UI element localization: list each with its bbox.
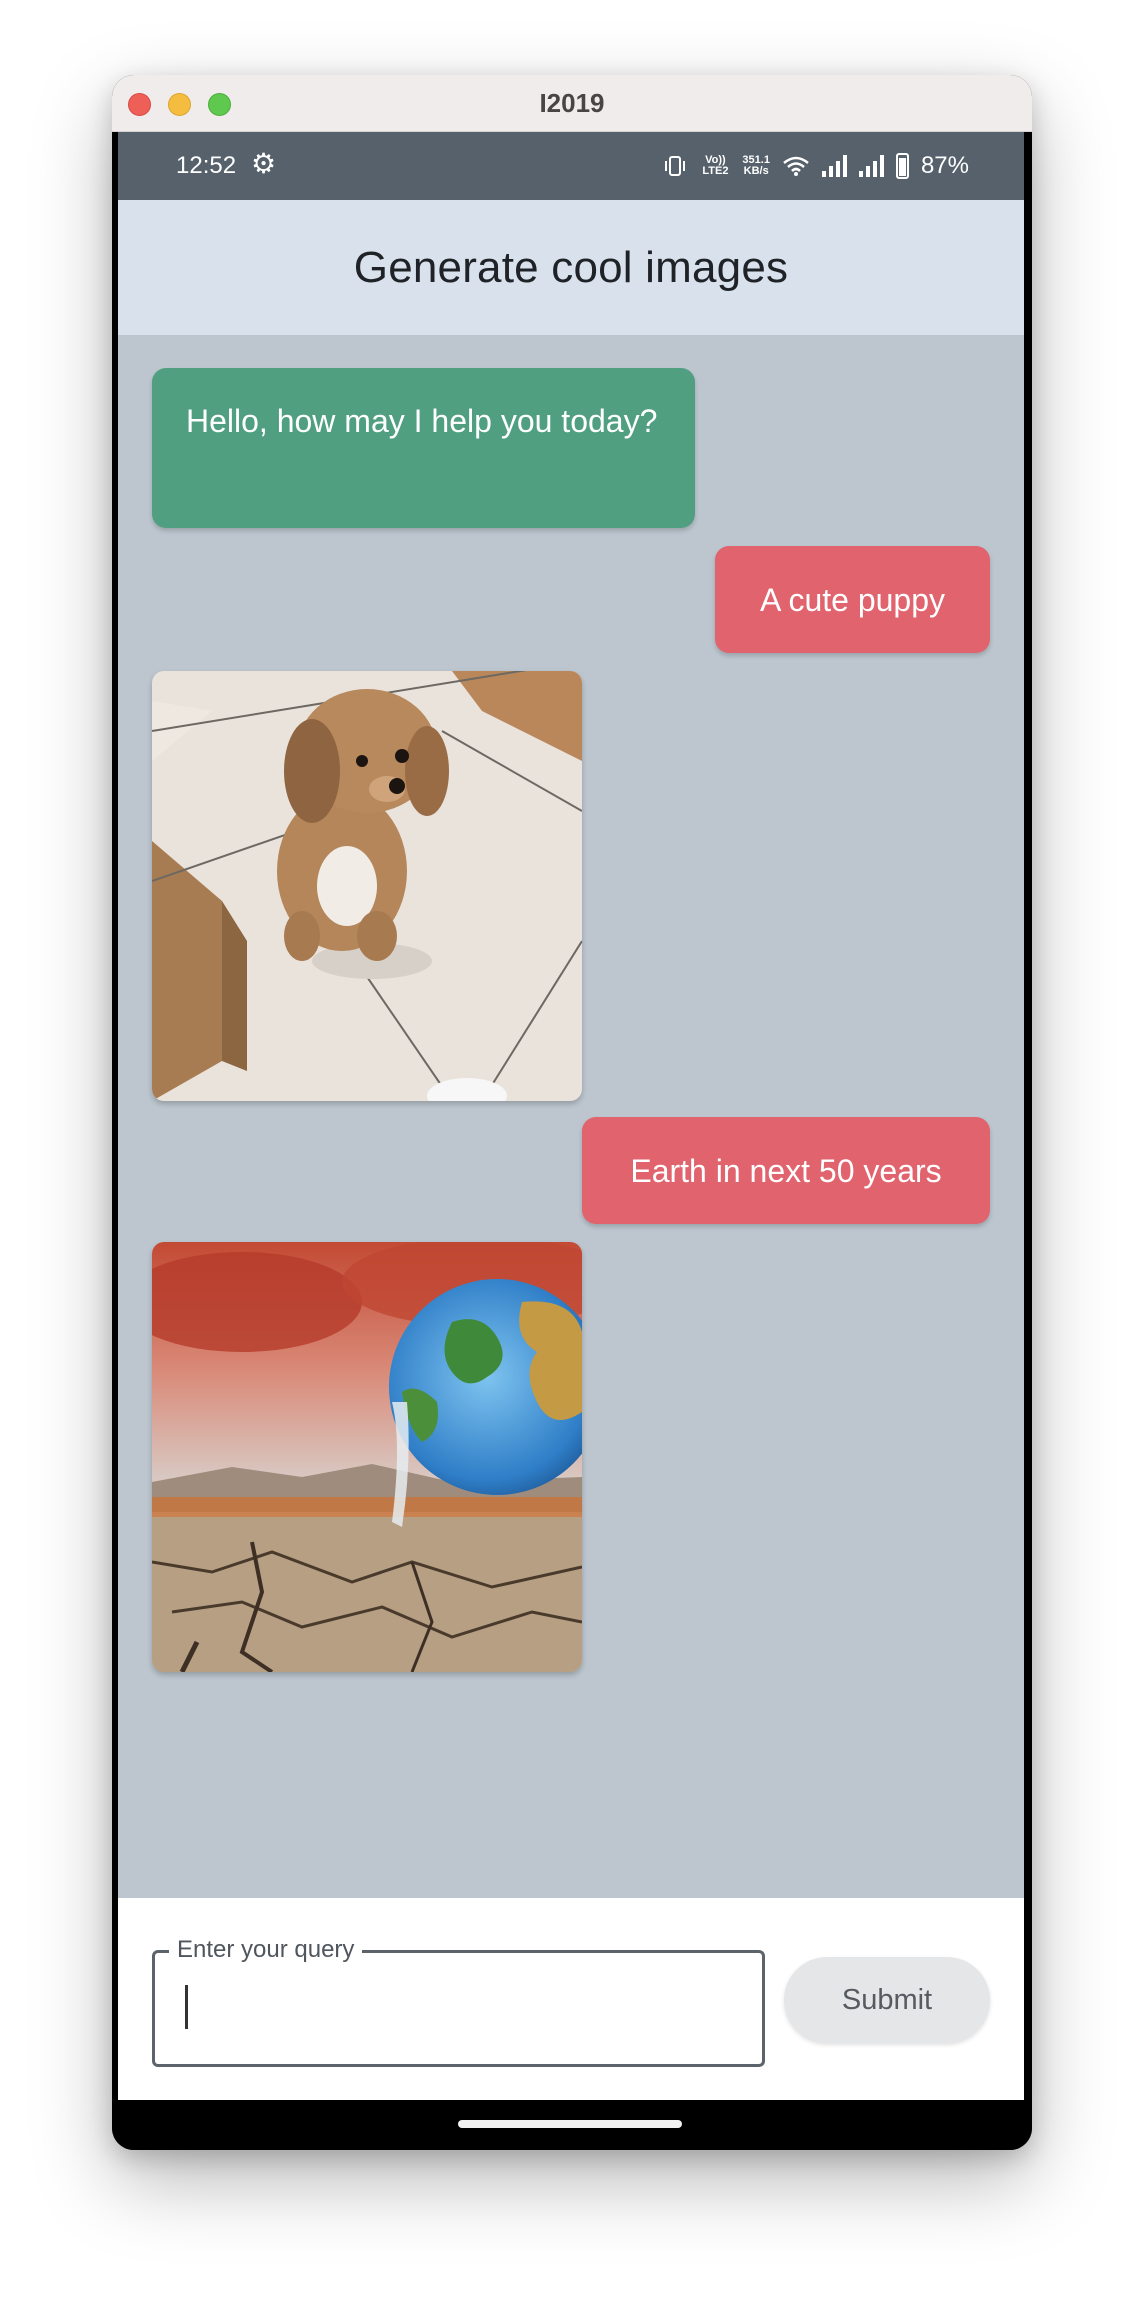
page-title: Generate cool images: [353, 242, 789, 292]
status-icons: Vo)) LTE2 351.1 KB/s 87%: [662, 146, 969, 186]
query-field-label: Enter your query: [169, 1936, 363, 1964]
window-titlebar: I2019: [112, 75, 1032, 132]
window-title: I2019: [539, 88, 605, 118]
earth-illustration: [152, 1242, 582, 1672]
battery-percent: 87%: [920, 152, 969, 179]
phone-screen: 12:52 ⚙ Vo)) LTE2 351.1 KB/s 87% Generat…: [118, 132, 1024, 2100]
chat-area[interactable]: Hello, how may I help you today? A cute …: [118, 335, 1024, 1898]
signal-icon-sim2: [858, 155, 884, 177]
battery-icon: [895, 153, 909, 179]
status-time: 12:52: [176, 152, 237, 179]
navigation-bar: [112, 2100, 1032, 2150]
volte-indicator: Vo)) LTE2: [702, 154, 729, 177]
user-message: A cute puppy: [715, 546, 990, 653]
vibrate-icon: [665, 156, 686, 176]
user-message: Earth in next 50 years: [582, 1117, 990, 1224]
puppy-illustration: [152, 671, 582, 1101]
earth-image[interactable]: [152, 1242, 582, 1672]
network-speed-unit: KB/s: [743, 165, 769, 177]
puppy-image[interactable]: [152, 671, 582, 1101]
wifi-icon: [783, 156, 809, 176]
status-bar: 12:52 ⚙ Vo)) LTE2 351.1 KB/s 87%: [118, 132, 1024, 200]
app-window: I2019 12:52 ⚙ Vo)) LTE2 351.1 KB/s 87% G…: [112, 75, 1032, 2150]
gear-icon: ⚙: [251, 148, 277, 179]
bot-message: Hello, how may I help you today?: [152, 368, 695, 528]
input-bar: Enter your query Submit: [118, 1898, 1024, 2100]
query-field[interactable]: Enter your query: [152, 1936, 765, 2067]
text-caret: [185, 1985, 188, 2029]
submit-button[interactable]: Submit: [784, 1957, 990, 2043]
home-gesture-bar[interactable]: [458, 2120, 682, 2128]
signal-icon-sim1: [821, 155, 847, 177]
network-speed: 351.1 KB/s: [742, 155, 770, 177]
query-input[interactable]: [183, 1981, 743, 2035]
app-bar: Generate cool images: [118, 200, 1024, 335]
